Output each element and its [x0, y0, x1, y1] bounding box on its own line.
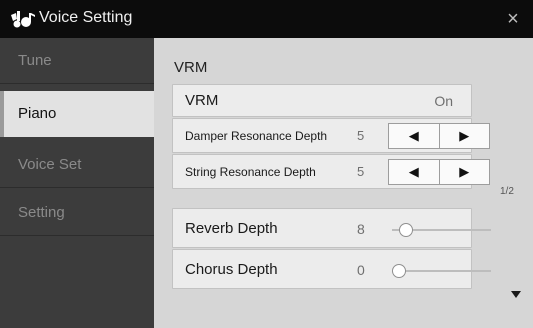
damper-decrement-button[interactable]: ◀ [389, 124, 439, 148]
voice-instruments-icon [11, 11, 35, 28]
window-title: Voice Setting [39, 9, 133, 26]
triangle-left-icon: ◀ [408, 164, 419, 179]
tab-voice-set[interactable]: Voice Set [0, 142, 154, 188]
main-panel: VRM VRM On Damper Resonance Depth 5 ◀ ▶ … [154, 38, 533, 328]
page-indicator: 1/2 [500, 186, 514, 197]
string-resonance-label: String Resonance Depth [185, 165, 316, 179]
tab-setting[interactable]: Setting [0, 190, 154, 236]
damper-resonance-value: 5 [357, 128, 365, 143]
string-resonance-value: 5 [357, 164, 365, 179]
string-resonance-row: String Resonance Depth 5 ◀ ▶ [172, 154, 490, 189]
reverb-slider-thumb[interactable] [399, 223, 413, 237]
string-decrement-button[interactable]: ◀ [389, 160, 439, 184]
title-bar: Voice Setting × [0, 0, 533, 38]
triangle-right-icon: ▶ [459, 164, 470, 179]
vrm-label: VRM [185, 92, 219, 109]
triangle-left-icon: ◀ [408, 128, 419, 143]
triangle-down-icon[interactable] [511, 291, 521, 298]
vrm-value: On [434, 93, 453, 109]
triangle-right-icon: ▶ [459, 128, 470, 143]
chorus-depth-value: 0 [357, 262, 365, 278]
reverb-depth-label: Reverb Depth [185, 220, 278, 237]
sidebar: Tune Piano Voice Set Setting [0, 38, 154, 328]
slider-track [392, 270, 491, 272]
tab-piano[interactable]: Piano [0, 91, 154, 137]
string-resonance-stepper: ◀ ▶ [388, 159, 490, 185]
tab-tune[interactable]: Tune [0, 38, 154, 84]
chorus-slider-thumb[interactable] [392, 264, 406, 278]
chorus-depth-slider[interactable] [386, 264, 491, 278]
string-increment-button[interactable]: ▶ [438, 160, 490, 184]
damper-resonance-stepper: ◀ ▶ [388, 123, 490, 149]
reverb-depth-slider[interactable] [386, 223, 491, 237]
chorus-depth-label: Chorus Depth [185, 261, 278, 278]
vrm-row[interactable]: VRM On [172, 84, 472, 117]
chorus-depth-row: Chorus Depth 0 [172, 249, 491, 289]
damper-resonance-label: Damper Resonance Depth [185, 129, 328, 143]
reverb-depth-row: Reverb Depth 8 [172, 208, 491, 248]
reverb-depth-value: 8 [357, 221, 365, 237]
damper-increment-button[interactable]: ▶ [438, 124, 490, 148]
damper-resonance-row: Damper Resonance Depth 5 ◀ ▶ [172, 118, 490, 153]
section-label: VRM [174, 59, 208, 76]
close-button[interactable]: × [498, 4, 528, 34]
